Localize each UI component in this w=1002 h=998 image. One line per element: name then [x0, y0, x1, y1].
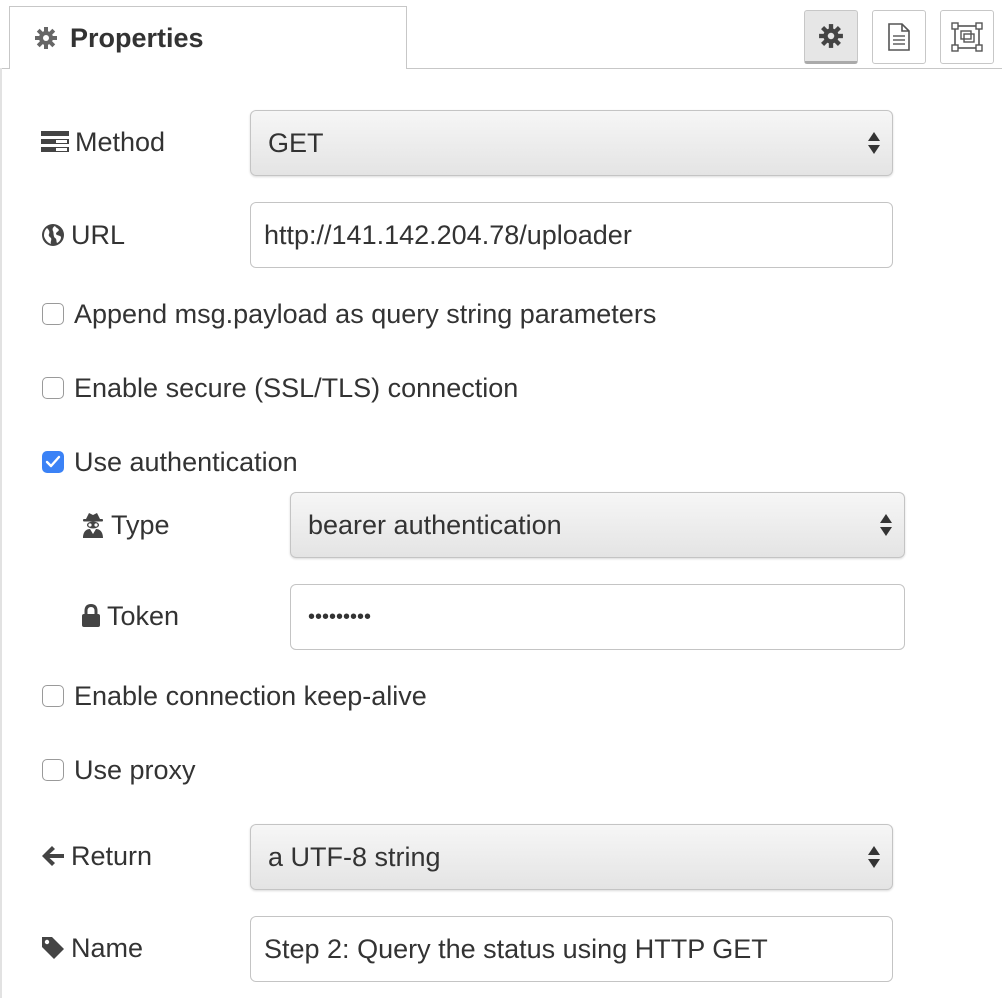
- return-label: Return: [71, 840, 153, 871]
- select-arrows-icon: [868, 846, 880, 868]
- description-tab-button[interactable]: [872, 10, 926, 64]
- auth-type-label: Type: [111, 509, 170, 540]
- name-input[interactable]: Step 2: Query the status using HTTP GET: [250, 916, 893, 982]
- token-label-row: Token: [81, 598, 179, 634]
- secure-connection-label: Enable secure (SSL/TLS) connection: [74, 372, 519, 403]
- list-icon: [41, 131, 69, 153]
- gear-icon: [34, 26, 58, 50]
- use-proxy-checkbox[interactable]: [42, 759, 64, 781]
- append-payload-checkbox[interactable]: [42, 303, 64, 325]
- name-label-row: Name: [41, 930, 143, 966]
- use-auth-row[interactable]: Use authentication: [42, 444, 298, 480]
- method-select[interactable]: GET: [250, 110, 893, 176]
- url-value: http://141.142.204.78/uploader: [264, 219, 632, 250]
- return-label-row: Return: [41, 838, 152, 874]
- use-proxy-label: Use proxy: [74, 754, 196, 785]
- tag-icon: [41, 936, 65, 960]
- keep-alive-checkbox[interactable]: [42, 685, 64, 707]
- method-label-row: Method: [41, 124, 165, 160]
- checkmark-icon: [45, 455, 61, 468]
- token-label: Token: [107, 600, 180, 631]
- use-auth-label: Use authentication: [74, 446, 298, 477]
- method-label: Method: [75, 126, 166, 157]
- settings-tab-button[interactable]: [804, 10, 858, 64]
- tab-properties[interactable]: Properties: [9, 6, 407, 69]
- name-label: Name: [71, 932, 144, 963]
- url-input[interactable]: http://141.142.204.78/uploader: [250, 202, 893, 268]
- tab-properties-label: Properties: [70, 22, 204, 53]
- secure-connection-row[interactable]: Enable secure (SSL/TLS) connection: [42, 370, 518, 406]
- globe-icon: [41, 223, 65, 247]
- keep-alive-row[interactable]: Enable connection keep-alive: [42, 678, 427, 714]
- arrow-left-icon: [41, 845, 65, 867]
- appearance-tab-button[interactable]: [940, 10, 994, 64]
- url-label-row: URL: [41, 217, 125, 253]
- secure-connection-checkbox[interactable]: [42, 377, 64, 399]
- user-secret-icon: [81, 512, 105, 538]
- frame-icon: [951, 22, 983, 52]
- method-value: GET: [268, 127, 324, 158]
- auth-type-select[interactable]: bearer authentication: [290, 492, 905, 558]
- panel-left-border: [0, 68, 2, 998]
- use-auth-checkbox[interactable]: [42, 451, 64, 473]
- use-proxy-row[interactable]: Use proxy: [42, 752, 196, 788]
- append-payload-label: Append msg.payload as query string param…: [74, 298, 657, 329]
- document-icon: [887, 23, 911, 51]
- name-value: Step 2: Query the status using HTTP GET: [264, 933, 768, 964]
- gear-icon: [818, 23, 844, 49]
- token-input[interactable]: •••••••••: [290, 584, 905, 650]
- select-arrows-icon: [880, 514, 892, 536]
- return-value: a UTF-8 string: [268, 841, 441, 872]
- keep-alive-label: Enable connection keep-alive: [74, 680, 427, 711]
- return-select[interactable]: a UTF-8 string: [250, 824, 893, 890]
- auth-type-label-row: Type: [81, 507, 170, 543]
- auth-type-value: bearer authentication: [308, 509, 562, 540]
- token-value: •••••••••: [308, 605, 372, 628]
- url-label: URL: [71, 219, 126, 250]
- select-arrows-icon: [868, 132, 880, 154]
- lock-icon: [81, 604, 101, 628]
- append-payload-row[interactable]: Append msg.payload as query string param…: [42, 296, 656, 332]
